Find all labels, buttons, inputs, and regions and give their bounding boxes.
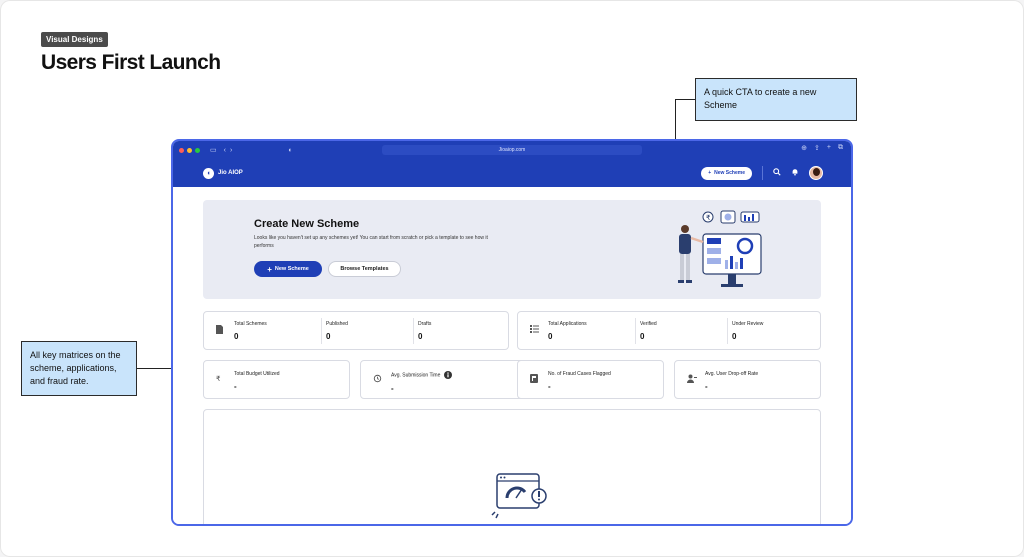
- stat-value: -: [234, 382, 237, 391]
- stat-verified: Verified 0: [640, 321, 657, 341]
- metrics-annotation: All key matrices on the scheme, applicat…: [21, 341, 137, 396]
- page-title: Users First Launch: [41, 51, 221, 74]
- plus-icon: +: [267, 264, 272, 274]
- create-scheme-banner: Create New Scheme Looks like you haven't…: [203, 200, 821, 299]
- empty-dashboard-icon: [491, 473, 547, 519]
- stat-label: No. of Fraud Cases Flagged: [548, 371, 611, 377]
- rupee-icon: ₹: [216, 376, 221, 383]
- new-tab-icon[interactable]: +: [827, 144, 831, 152]
- empty-state-panel: [203, 409, 821, 524]
- new-scheme-label: New Scheme: [274, 266, 309, 272]
- applications-stats-card: Total Applications 0 Verified 0 Under Re…: [517, 311, 821, 350]
- dashboard-illustration: ₹: [678, 210, 762, 287]
- stat-total-applications: Total Applications 0: [548, 321, 587, 341]
- close-dot[interactable]: [179, 147, 184, 153]
- cta-connector-h: [675, 99, 695, 100]
- address-bar[interactable]: Jioaiop.com: [382, 145, 642, 155]
- stat-value: -: [391, 384, 394, 393]
- stat-label: Published: [326, 321, 348, 327]
- schemes-stats-card: Total Schemes 0 Published 0 Drafts 0: [203, 311, 509, 350]
- share-icon[interactable]: ⇪: [814, 144, 820, 152]
- section-tag: Visual Designs: [41, 32, 108, 47]
- stat-total-schemes: Total Schemes 0: [234, 321, 267, 341]
- user-remove-icon: [687, 374, 697, 385]
- stat-label: Avg. Submission Time: [391, 371, 452, 379]
- minimize-dot[interactable]: [187, 147, 192, 153]
- download-icon[interactable]: ⊕: [801, 144, 807, 152]
- shield-icon: ◐: [288, 146, 293, 154]
- sidebar-toggle-icon[interactable]: ▭: [210, 146, 217, 154]
- divider: [762, 166, 763, 180]
- stat-value: 0: [548, 332, 553, 341]
- dropoff-rate-card: Avg. User Drop-off Rate -: [674, 360, 821, 399]
- stat-value: 0: [640, 332, 645, 341]
- history-icon: [373, 374, 382, 385]
- maximize-dot[interactable]: [195, 147, 200, 153]
- stat-dropoff-rate: Avg. User Drop-off Rate -: [705, 371, 758, 391]
- app-header: ◖ Jio AIOP + New Scheme: [173, 159, 851, 187]
- stat-label: Drafts: [418, 321, 432, 327]
- stat-value: 0: [234, 332, 239, 341]
- stat-label: Avg. User Drop-off Rate: [705, 371, 759, 377]
- stat-label: Total Applications: [548, 321, 587, 327]
- search-icon[interactable]: [773, 168, 781, 178]
- stat-value: 0: [418, 332, 423, 341]
- app-name: Jio AIOP: [218, 170, 243, 176]
- new-scheme-button-header[interactable]: + New Scheme: [701, 166, 752, 180]
- stat-label: Total Schemes: [234, 321, 267, 327]
- bell-icon[interactable]: [791, 168, 799, 178]
- svg-text:₹: ₹: [706, 214, 711, 222]
- fraud-cases-card: No. of Fraud Cases Flagged -: [517, 360, 664, 399]
- stat-label: Under Review: [732, 321, 764, 327]
- divider: [413, 318, 414, 344]
- canvas: Visual Designs Users First Launch A quic…: [0, 0, 1024, 557]
- plus-icon: +: [708, 170, 712, 176]
- stat-drafts: Drafts 0: [418, 321, 431, 341]
- info-icon[interactable]: [443, 371, 452, 379]
- banner-title: Create New Scheme: [254, 218, 360, 230]
- browser-chrome: ▭ ‹ › ◐ Jioaiop.com ⊕ ⇪ + ⧉: [173, 141, 851, 159]
- divider: [321, 318, 322, 344]
- cta-connector-v: [675, 99, 676, 140]
- budget-card: ₹ Total Budget Utilized -: [203, 360, 350, 399]
- stat-value: 0: [326, 332, 331, 341]
- new-scheme-label: New Scheme: [714, 170, 745, 176]
- document-icon: [216, 325, 223, 336]
- tabs-icon[interactable]: ⧉: [838, 144, 843, 152]
- dashboard-content: Create New Scheme Looks like you haven't…: [173, 187, 851, 524]
- list-icon: [530, 325, 539, 335]
- avatar[interactable]: [809, 166, 823, 180]
- divider: [727, 318, 728, 344]
- stat-value: -: [548, 382, 551, 391]
- stat-under-review: Under Review 0: [732, 321, 763, 341]
- stat-label: Verified: [640, 321, 657, 327]
- stat-value: -: [705, 382, 708, 391]
- app-logo[interactable]: ◖: [203, 167, 214, 179]
- back-icon[interactable]: ‹: [224, 147, 226, 154]
- stat-published: Published 0: [326, 321, 348, 341]
- flag-icon: [530, 374, 538, 385]
- forward-icon[interactable]: ›: [230, 147, 232, 154]
- new-scheme-button[interactable]: + New Scheme: [254, 261, 322, 277]
- cta-annotation: A quick CTA to create a new Scheme: [695, 78, 857, 121]
- stat-fraud-cases: No. of Fraud Cases Flagged -: [548, 371, 611, 391]
- stat-budget: Total Budget Utilized -: [234, 371, 280, 391]
- stat-value: 0: [732, 332, 737, 341]
- stat-label: Total Budget Utilized: [234, 371, 280, 377]
- divider: [635, 318, 636, 344]
- banner-description: Looks like you haven't set up any scheme…: [254, 235, 488, 249]
- stat-label-text: Avg. Submission Time: [391, 372, 441, 379]
- browser-window: ▭ ‹ › ◐ Jioaiop.com ⊕ ⇪ + ⧉ ◖ Jio AIOP +…: [171, 139, 853, 526]
- browse-templates-button[interactable]: Browse Templates: [328, 261, 401, 277]
- stat-submission-time: Avg. Submission Time -: [391, 371, 452, 393]
